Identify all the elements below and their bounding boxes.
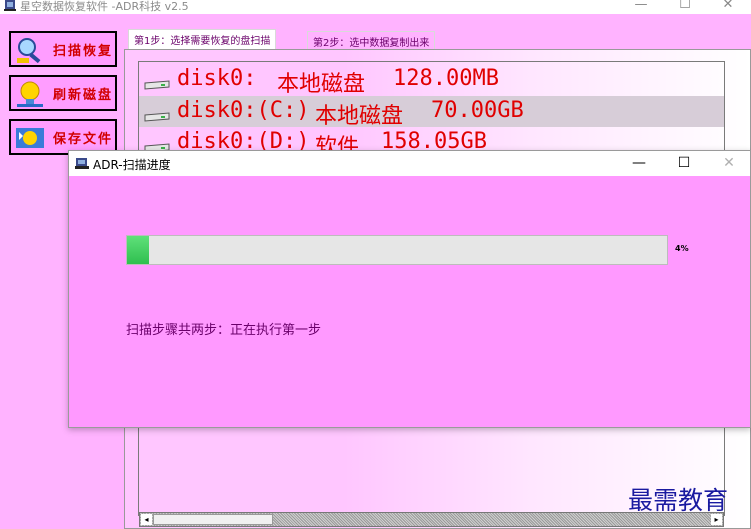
main-titlebar: 星空数据恢复软件 -ADR科技 v2.5 — ☐ ✕ bbox=[0, 0, 751, 14]
disk-type: 本地磁盘 bbox=[277, 72, 366, 95]
tab-step1[interactable]: 第1步：选择需要恢复的盘扫描 bbox=[128, 29, 277, 49]
scroll-left-button[interactable]: ◂ bbox=[141, 514, 152, 525]
disk-name: disk0: bbox=[177, 66, 257, 91]
drive-icon bbox=[144, 112, 170, 122]
dialog-title: ADR-扫描进度 bbox=[93, 158, 171, 172]
drive-icon bbox=[144, 143, 170, 150]
dialog-minimize-button[interactable]: — bbox=[629, 154, 649, 172]
maximize-button[interactable]: ☐ bbox=[677, 0, 693, 13]
dialog-titlebar: ADR-扫描进度 — ☐ ✕ bbox=[69, 151, 750, 176]
disk-size: 70.00GB bbox=[431, 98, 524, 123]
scan-progress-bar bbox=[126, 235, 668, 265]
dialog-close-button[interactable]: ✕ bbox=[719, 154, 739, 172]
scan-recover-label: 扫描恢复 bbox=[53, 44, 114, 59]
scan-progress-dialog: ADR-扫描进度 — ☐ ✕ 4% 扫描步骤共两步：正在执行第一步 bbox=[68, 150, 751, 428]
drive-icon bbox=[144, 80, 170, 90]
disk-size: 128.00MB bbox=[393, 66, 499, 91]
disk-name: disk0:(D:) bbox=[177, 129, 310, 150]
progress-percent: 4% bbox=[675, 244, 689, 253]
disk-name: disk0:(C:) bbox=[177, 98, 310, 123]
scroll-thumb[interactable] bbox=[153, 514, 273, 525]
disk-type: 本地磁盘 bbox=[315, 104, 404, 127]
app-logo-icon bbox=[4, 0, 16, 11]
minimize-button[interactable]: — bbox=[633, 0, 649, 13]
disk-row-0[interactable]: disk0: 本地磁盘 128.00MB bbox=[139, 64, 724, 95]
refresh-disk-label: 刷新磁盘 bbox=[53, 88, 114, 103]
dialog-maximize-button[interactable]: ☐ bbox=[674, 154, 694, 172]
disk-row-1[interactable]: disk0:(C:) 本地磁盘 70.00GB bbox=[139, 96, 724, 127]
progress-fill bbox=[127, 236, 149, 264]
save-file-label: 保存文件 bbox=[53, 132, 114, 147]
disk-size: 158.05GB bbox=[381, 129, 487, 150]
main-window-title: 星空数据恢复软件 -ADR科技 v2.5 bbox=[20, 0, 189, 13]
refresh-disk-button[interactable]: 刷新磁盘 bbox=[9, 75, 117, 111]
tab-step2[interactable]: 第2步：选中数据复制出来 bbox=[307, 31, 436, 49]
close-button[interactable]: ✕ bbox=[720, 0, 736, 13]
bulb-icon bbox=[17, 81, 43, 107]
magnifier-icon bbox=[17, 38, 41, 64]
save-globe-icon bbox=[16, 128, 44, 148]
scan-recover-button[interactable]: 扫描恢复 bbox=[9, 31, 117, 67]
app-logo-icon bbox=[75, 158, 89, 169]
disk-row-2[interactable]: disk0:(D:) 软件 158.05GB bbox=[139, 127, 724, 150]
watermark: 最需教育 bbox=[628, 486, 729, 515]
disk-type: 软件 bbox=[315, 135, 360, 150]
scan-status-text: 扫描步骤共两步：正在执行第一步 bbox=[126, 323, 322, 338]
